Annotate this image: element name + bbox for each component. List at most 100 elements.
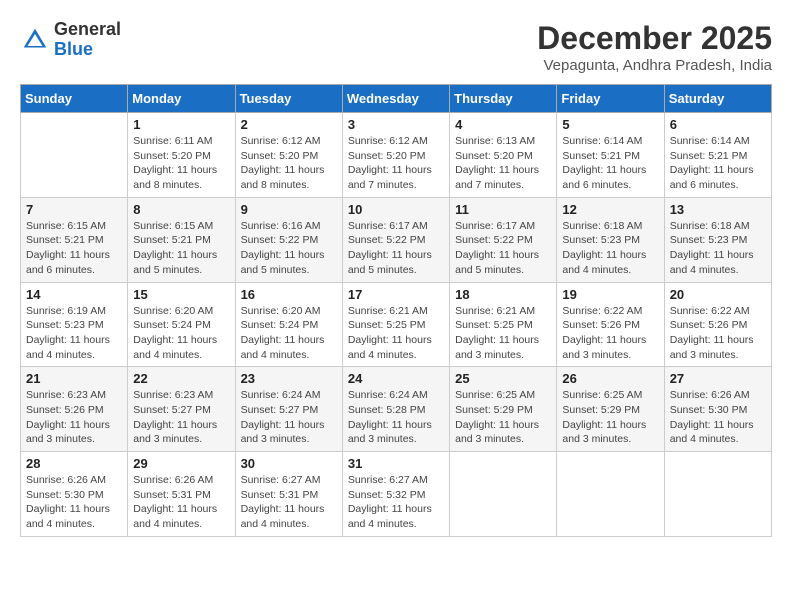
day-info: Sunrise: 6:12 AM Sunset: 5:20 PM Dayligh… [348,134,444,193]
calendar-cell: 11 Sunrise: 6:17 AM Sunset: 5:22 PM Dayli… [450,197,557,282]
day-info: Sunrise: 6:20 AM Sunset: 5:24 PM Dayligh… [133,304,229,363]
day-number: 4 [455,117,551,132]
day-of-week-header: Thursday [450,85,557,113]
calendar-cell: 29Sunrise: 6:26 AM Sunset: 5:31 PM Dayli… [128,452,235,537]
day-info: Sunrise: 6:25 AM Sunset: 5:29 PM Dayligh… [455,388,551,447]
day-info: Sunrise: 6:15 AM Sunset: 5:21 PM Dayligh… [26,219,122,278]
day-info: Sunrise: 6:24 AM Sunset: 5:27 PM Dayligh… [241,388,337,447]
calendar-cell: 7Sunrise: 6:15 AM Sunset: 5:21 PM Daylig… [21,197,128,282]
calendar-cell: 8Sunrise: 6:15 AM Sunset: 5:21 PM Daylig… [128,197,235,282]
calendar-cell: 27 Sunrise: 6:26 AM Sunset: 5:30 PM Dayli… [664,367,771,452]
day-info: Sunrise: 6:19 AM Sunset: 5:23 PM Dayligh… [26,304,122,363]
calendar-header-row: SundayMondayTuesdayWednesdayThursdayFrid… [21,85,772,113]
page-header: General Blue December 2025 Vepagunta, An… [20,20,772,74]
day-of-week-header: Friday [557,85,664,113]
day-info: Sunrise: 6:18 AM Sunset: 5:23 PM Dayligh… [670,219,766,278]
calendar-cell: 19Sunrise: 6:22 AM Sunset: 5:26 PM Dayli… [557,282,664,367]
day-number: 8 [133,202,229,217]
calendar-week-row: 7Sunrise: 6:15 AM Sunset: 5:21 PM Daylig… [21,197,772,282]
day-number: 10 [348,202,444,217]
day-info: Sunrise: 6:27 AM Sunset: 5:32 PM Dayligh… [348,473,444,532]
calendar-cell: 23 Sunrise: 6:24 AM Sunset: 5:27 PM Dayli… [235,367,342,452]
day-number: 15 [133,287,229,302]
day-info: Sunrise: 6:22 AM Sunset: 5:26 PM Dayligh… [670,304,766,363]
calendar-cell: 3 Sunrise: 6:12 AM Sunset: 5:20 PM Daylig… [342,113,449,198]
logo: General Blue [20,20,121,60]
calendar-cell: 13 Sunrise: 6:18 AM Sunset: 5:23 PM Dayli… [664,197,771,282]
day-number: 19 [562,287,658,302]
day-number: 30 [241,456,337,471]
calendar-cell [664,452,771,537]
calendar-week-row: 21Sunrise: 6:23 AM Sunset: 5:26 PM Dayli… [21,367,772,452]
day-number: 26 [562,371,658,386]
day-number: 29 [133,456,229,471]
day-info: Sunrise: 6:27 AM Sunset: 5:31 PM Dayligh… [241,473,337,532]
location-title: Vepagunta, Andhra Pradesh, India [537,57,772,74]
day-number: 11 [455,202,551,217]
calendar-cell: 20 Sunrise: 6:22 AM Sunset: 5:26 PM Dayli… [664,282,771,367]
day-info: Sunrise: 6:26 AM Sunset: 5:30 PM Dayligh… [670,388,766,447]
calendar-cell: 15 Sunrise: 6:20 AM Sunset: 5:24 PM Dayli… [128,282,235,367]
day-info: Sunrise: 6:18 AM Sunset: 5:23 PM Dayligh… [562,219,658,278]
calendar-week-row: 1 Sunrise: 6:11 AM Sunset: 5:20 PM Daylig… [21,113,772,198]
day-info: Sunrise: 6:13 AM Sunset: 5:20 PM Dayligh… [455,134,551,193]
calendar-cell: 10 Sunrise: 6:17 AM Sunset: 5:22 PM Dayli… [342,197,449,282]
calendar-cell: 16Sunrise: 6:20 AM Sunset: 5:24 PM Dayli… [235,282,342,367]
calendar-cell: 12Sunrise: 6:18 AM Sunset: 5:23 PM Dayli… [557,197,664,282]
calendar-cell: 5Sunrise: 6:14 AM Sunset: 5:21 PM Daylig… [557,113,664,198]
day-info: Sunrise: 6:26 AM Sunset: 5:30 PM Dayligh… [26,473,122,532]
calendar-cell: 24 Sunrise: 6:24 AM Sunset: 5:28 PM Dayli… [342,367,449,452]
calendar-cell: 2 Sunrise: 6:12 AM Sunset: 5:20 PM Daylig… [235,113,342,198]
day-number: 18 [455,287,551,302]
day-number: 31 [348,456,444,471]
day-number: 25 [455,371,551,386]
calendar-cell [450,452,557,537]
calendar-cell [21,113,128,198]
day-of-week-header: Sunday [21,85,128,113]
calendar-cell: 30 Sunrise: 6:27 AM Sunset: 5:31 PM Dayli… [235,452,342,537]
calendar-cell: 21Sunrise: 6:23 AM Sunset: 5:26 PM Dayli… [21,367,128,452]
day-number: 2 [241,117,337,132]
day-info: Sunrise: 6:21 AM Sunset: 5:25 PM Dayligh… [348,304,444,363]
day-info: Sunrise: 6:20 AM Sunset: 5:24 PM Dayligh… [241,304,337,363]
calendar-cell: 9Sunrise: 6:16 AM Sunset: 5:22 PM Daylig… [235,197,342,282]
day-info: Sunrise: 6:14 AM Sunset: 5:21 PM Dayligh… [670,134,766,193]
day-of-week-header: Wednesday [342,85,449,113]
logo-general-text: General [54,19,121,39]
calendar-cell: 18Sunrise: 6:21 AM Sunset: 5:25 PM Dayli… [450,282,557,367]
day-info: Sunrise: 6:16 AM Sunset: 5:22 PM Dayligh… [241,219,337,278]
day-number: 22 [133,371,229,386]
day-number: 28 [26,456,122,471]
day-info: Sunrise: 6:17 AM Sunset: 5:22 PM Dayligh… [348,219,444,278]
calendar-cell: 14 Sunrise: 6:19 AM Sunset: 5:23 PM Dayli… [21,282,128,367]
title-block: December 2025 Vepagunta, Andhra Pradesh,… [537,20,772,74]
day-number: 23 [241,371,337,386]
day-number: 27 [670,371,766,386]
day-info: Sunrise: 6:25 AM Sunset: 5:29 PM Dayligh… [562,388,658,447]
day-info: Sunrise: 6:17 AM Sunset: 5:22 PM Dayligh… [455,219,551,278]
day-info: Sunrise: 6:14 AM Sunset: 5:21 PM Dayligh… [562,134,658,193]
calendar-week-row: 28 Sunrise: 6:26 AM Sunset: 5:30 PM Dayli… [21,452,772,537]
day-number: 13 [670,202,766,217]
day-info: Sunrise: 6:24 AM Sunset: 5:28 PM Dayligh… [348,388,444,447]
calendar-cell: 1 Sunrise: 6:11 AM Sunset: 5:20 PM Daylig… [128,113,235,198]
calendar-cell: 26 Sunrise: 6:25 AM Sunset: 5:29 PM Dayli… [557,367,664,452]
day-info: Sunrise: 6:11 AM Sunset: 5:20 PM Dayligh… [133,134,229,193]
calendar-table: SundayMondayTuesdayWednesdayThursdayFrid… [20,84,772,537]
day-number: 20 [670,287,766,302]
day-number: 1 [133,117,229,132]
day-of-week-header: Saturday [664,85,771,113]
day-info: Sunrise: 6:23 AM Sunset: 5:27 PM Dayligh… [133,388,229,447]
day-number: 14 [26,287,122,302]
logo-blue-text: Blue [54,39,93,59]
calendar-cell: 25 Sunrise: 6:25 AM Sunset: 5:29 PM Dayli… [450,367,557,452]
logo-icon [20,25,50,55]
day-number: 3 [348,117,444,132]
day-number: 24 [348,371,444,386]
day-number: 17 [348,287,444,302]
day-info: Sunrise: 6:23 AM Sunset: 5:26 PM Dayligh… [26,388,122,447]
month-title: December 2025 [537,20,772,57]
calendar-cell: 28 Sunrise: 6:26 AM Sunset: 5:30 PM Dayli… [21,452,128,537]
day-info: Sunrise: 6:12 AM Sunset: 5:20 PM Dayligh… [241,134,337,193]
day-number: 6 [670,117,766,132]
